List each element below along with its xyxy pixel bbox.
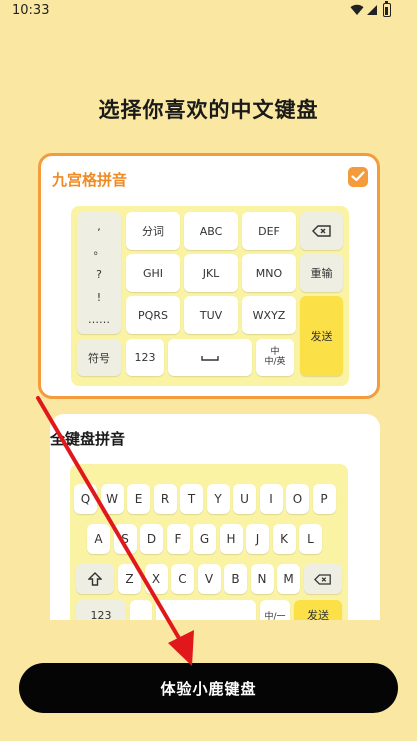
letter-key: I bbox=[259, 484, 283, 514]
full-keyboard-preview: QWERTYUIOP ASDFGHJKL ZXCVBNM 123 中/一 发送 bbox=[70, 464, 348, 634]
key-abc: ABC bbox=[184, 212, 238, 250]
letter-key: Y bbox=[206, 484, 230, 514]
space-icon bbox=[201, 355, 219, 361]
shift-key bbox=[76, 564, 114, 594]
language-switch-label: 中/英 bbox=[264, 356, 286, 367]
nine-grid-keyboard-preview: , 。 ? ! …… 分词 ABC DEF GHI JKL MNO 重输 PQR… bbox=[71, 206, 349, 386]
check-icon bbox=[351, 171, 365, 182]
key-jkl: JKL bbox=[184, 254, 238, 292]
signal-icon bbox=[367, 5, 377, 15]
try-keyboard-button[interactable]: 体验小鹿键盘 bbox=[19, 663, 398, 713]
backspace-icon bbox=[311, 225, 331, 237]
letter-key: W bbox=[100, 484, 124, 514]
status-bar: 10:33 bbox=[0, 0, 417, 26]
punct-key: 。 bbox=[93, 244, 105, 258]
symbols-key: 符号 bbox=[77, 339, 121, 376]
nine-grid-label: 九宫格拼音 bbox=[52, 171, 128, 189]
letter-key: O bbox=[286, 484, 309, 514]
battery-icon bbox=[383, 0, 391, 17]
letter-key: L bbox=[299, 524, 322, 554]
reenter-key: 重输 bbox=[300, 254, 343, 292]
status-time: 10:33 bbox=[12, 3, 50, 18]
letter-key: P bbox=[312, 484, 336, 514]
letter-key: K bbox=[272, 524, 296, 554]
letter-key: A bbox=[87, 524, 110, 554]
nine-grid-option-card[interactable]: 九宫格拼音 , 。 ? ! …… 分词 ABC DEF GHI JKL MNO … bbox=[38, 153, 380, 399]
letter-key: B bbox=[224, 564, 247, 594]
key-def: DEF bbox=[242, 212, 296, 250]
language-switch-key: 中 中/英 bbox=[256, 339, 294, 376]
key-ghi: GHI bbox=[126, 254, 180, 292]
letter-key: J bbox=[246, 524, 269, 554]
letter-key: U bbox=[233, 484, 256, 514]
space-key bbox=[168, 339, 252, 376]
letter-key: H bbox=[219, 524, 243, 554]
punct-key: ! bbox=[96, 290, 102, 304]
selected-checkbox[interactable] bbox=[348, 167, 368, 187]
letter-key: G bbox=[193, 524, 216, 554]
letter-key: N bbox=[250, 564, 274, 594]
key-mno: MNO bbox=[242, 254, 296, 292]
page-title: 选择你喜欢的中文键盘 bbox=[98, 98, 319, 122]
letter-key: F bbox=[166, 524, 190, 554]
letter-key: S bbox=[113, 524, 137, 554]
letter-key: X bbox=[144, 564, 168, 594]
letter-key: V bbox=[197, 564, 221, 594]
punct-key: ? bbox=[96, 267, 102, 281]
punctuation-column: , 。 ? ! …… bbox=[77, 212, 121, 334]
letter-key: C bbox=[171, 564, 194, 594]
send-key: 发送 bbox=[300, 296, 343, 376]
punct-key: , bbox=[97, 219, 101, 233]
letter-key: Q bbox=[74, 484, 97, 514]
backspace-icon bbox=[314, 573, 331, 585]
full-keyboard-label: 全键盘拼音 bbox=[50, 430, 126, 448]
full-keyboard-option-card[interactable]: 全键盘拼音 QWERTYUIOP ASDFGHJKL ZXCVBNM 123 中… bbox=[50, 414, 380, 634]
punct-key: …… bbox=[88, 313, 110, 327]
letter-key: T bbox=[180, 484, 203, 514]
letter-key: M bbox=[277, 564, 300, 594]
wifi-icon bbox=[350, 4, 364, 16]
letter-key: R bbox=[153, 484, 177, 514]
shift-icon bbox=[88, 572, 102, 586]
key-tuv: TUV bbox=[184, 296, 238, 334]
letter-key: E bbox=[127, 484, 150, 514]
key-wxyz: WXYZ bbox=[242, 296, 296, 334]
key-pqrs: PQRS bbox=[126, 296, 180, 334]
letter-key: D bbox=[140, 524, 163, 554]
numbers-key: 123 bbox=[126, 339, 164, 376]
key-fenci: 分词 bbox=[126, 212, 180, 250]
backspace-key bbox=[300, 212, 343, 250]
full-backspace-key bbox=[304, 564, 342, 594]
letter-key: Z bbox=[118, 564, 141, 594]
